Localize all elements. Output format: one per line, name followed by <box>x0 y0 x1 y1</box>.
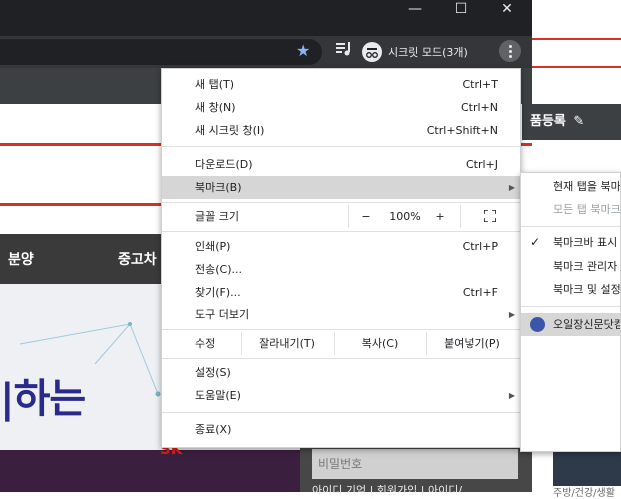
chrome-main-menu: 새 탭(T) Ctrl+T 새 창(N) Ctrl+N 새 시크릿 창(I) C… <box>161 68 521 448</box>
menu-separator <box>162 358 520 359</box>
menu-zoom-row: 글꼴 크기 − 100% + <box>162 205 520 228</box>
menu-help[interactable]: 도움말(E) ▶ <box>162 384 520 407</box>
site-favicon-icon <box>530 317 545 332</box>
maximize-button[interactable]: ☐ <box>438 0 484 18</box>
submenu-bookmark-tab[interactable]: 현재 탭을 북마크에 추가... <box>521 175 620 198</box>
submenu-show-bookmarks-bar[interactable]: ✓ 북마크바 표시 <box>521 231 620 254</box>
password-field[interactable]: 비밀번호 <box>312 449 518 479</box>
hero-bottom-art <box>0 450 300 492</box>
zoom-level: 100% <box>389 210 421 223</box>
minimize-button[interactable]: — <box>392 0 438 18</box>
incognito-label: 시크릿 모드(3개) <box>388 46 468 59</box>
bookmarks-submenu: 현재 탭을 북마크에 추가... 모든 탭 북마크에 추가... ✓ 북마크바 … <box>520 172 621 452</box>
pencil-icon: ✎ <box>573 114 585 129</box>
menu-more-tools[interactable]: 도구 더보기 ▶ <box>162 303 520 326</box>
nav-item-bunyang[interactable]: 분양 <box>8 249 34 269</box>
submenu-bookmark-manager[interactable]: 북마크 관리자 <box>521 255 620 278</box>
submenu-bookmark-item[interactable]: 오일장신문닷컴 <box>521 313 620 336</box>
incognito-icon <box>362 42 382 62</box>
menu-new-tab[interactable]: 새 탭(T) Ctrl+T <box>162 73 520 96</box>
menu-find[interactable]: 찾기(F)... Ctrl+F <box>162 281 520 304</box>
menu-new-incognito[interactable]: 새 시크릿 창(I) Ctrl+Shift+N <box>162 119 520 142</box>
submenu-arrow-icon: ▶ <box>508 310 515 319</box>
star-icon[interactable]: ★ <box>296 41 310 60</box>
menu-downloads[interactable]: 다운로드(D) Ctrl+J <box>162 153 520 176</box>
hero-headline: |하는 <box>0 376 86 422</box>
menu-separator <box>162 329 520 330</box>
menu-print[interactable]: 인쇄(P) Ctrl+P <box>162 235 520 258</box>
submenu-arrow-icon: ▶ <box>508 183 515 192</box>
menu-paste[interactable]: 붙여넣기(P) <box>427 332 517 355</box>
menu-edit-row: 수정 잘라내기(T) 복사(C) 붙여넣기(P) <box>162 332 520 355</box>
menu-separator <box>162 412 520 413</box>
menu-exit[interactable]: 종료(X) <box>162 418 520 441</box>
fullscreen-icon[interactable] <box>484 210 496 222</box>
submenu-arrow-icon: ▶ <box>508 391 515 400</box>
menu-separator <box>162 202 520 203</box>
browser-titlebar: — ☐ ✕ <box>0 0 532 36</box>
close-button[interactable]: ✕ <box>484 0 530 18</box>
menu-bookmarks[interactable]: 북마크(B) ▶ <box>162 176 520 199</box>
menu-cast[interactable]: 전송(C)... <box>162 258 520 281</box>
nav-item-used-car[interactable]: 중고차 <box>118 249 157 269</box>
product-register-button[interactable]: 품등록 ✎ <box>522 104 621 140</box>
three-dot-menu-icon[interactable] <box>499 40 521 62</box>
browser-toolbar: ★ 시크릿 모드(3개) <box>0 36 532 68</box>
zoom-in-button[interactable]: + <box>430 205 450 228</box>
menu-new-window[interactable]: 새 창(N) Ctrl+N <box>162 96 520 119</box>
menu-cut[interactable]: 잘라내기(T) <box>242 332 332 355</box>
media-control-icon[interactable] <box>336 42 352 56</box>
incognito-indicator[interactable]: 시크릿 모드(3개) <box>362 40 468 64</box>
menu-settings[interactable]: 설정(S) <box>162 361 520 384</box>
login-links[interactable]: 아이디 기억 | 회원가입 | 아이디/ <box>312 482 462 498</box>
address-bar[interactable] <box>0 39 322 65</box>
product-thumbnail[interactable] <box>553 452 621 486</box>
check-icon: ✓ <box>530 235 541 249</box>
menu-separator <box>162 231 520 232</box>
menu-separator <box>162 146 520 147</box>
menu-copy[interactable]: 복사(C) <box>335 332 425 355</box>
zoom-out-button[interactable]: − <box>356 205 376 228</box>
submenu-import-bookmarks[interactable]: 북마크 및 설정 가져오기... <box>521 278 620 301</box>
submenu-bookmark-all-tabs: 모든 탭 북마크에 추가... <box>553 203 621 216</box>
